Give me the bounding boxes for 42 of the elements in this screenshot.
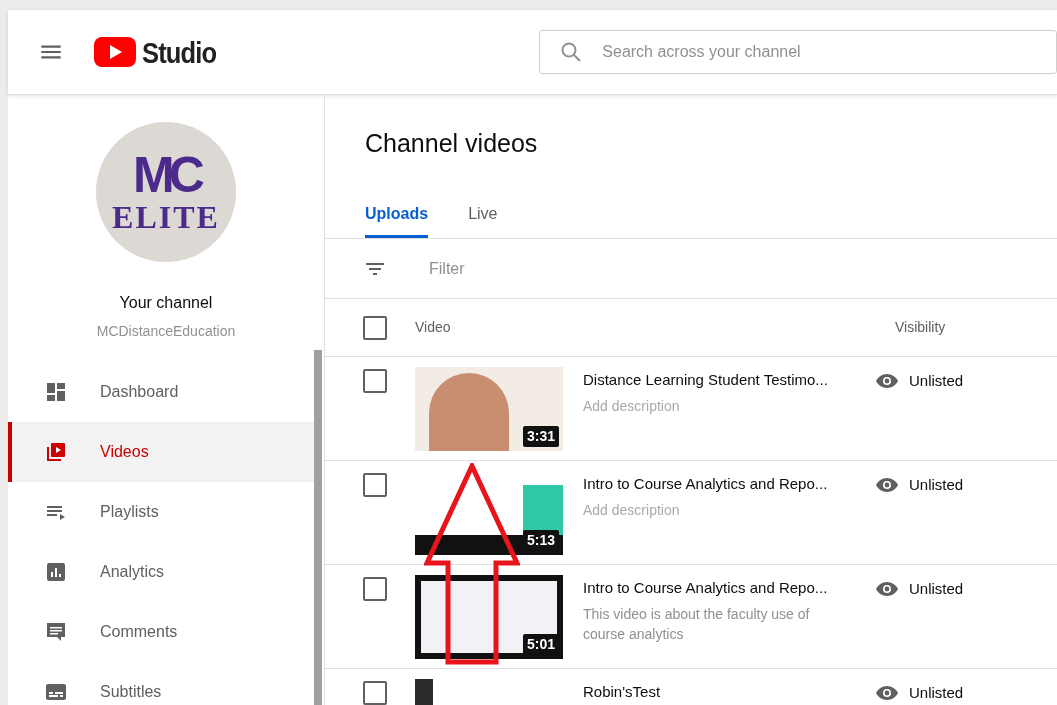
- page-title: Channel videos: [364, 128, 539, 158]
- column-header: Video: [415, 318, 452, 337]
- nav-item[interactable]: Videos: [8, 422, 314, 482]
- tab[interactable]: Live: [468, 186, 498, 238]
- checkbox[interactable]: [363, 315, 387, 340]
- column-header: Visibility: [895, 318, 946, 337]
- video-description: This video is about the faculty use of course analytics: [583, 604, 811, 644]
- brand-name: Studio: [142, 34, 217, 71]
- video-title[interactable]: Robin'sTest: [583, 681, 875, 704]
- tab[interactable]: Uploads: [365, 186, 429, 238]
- logo-text: ELITE: [112, 200, 220, 234]
- play-logo-icon: [94, 37, 136, 67]
- duration-badge: 5:01: [522, 634, 559, 655]
- video-title[interactable]: Distance Learning Student Testimo...: [583, 369, 875, 392]
- visibility-label: Unlisted: [909, 370, 964, 391]
- checkbox[interactable]: [363, 681, 387, 705]
- bar-chart-icon: [44, 560, 68, 584]
- nav-item[interactable]: Comments: [8, 602, 314, 662]
- dashboard-icon: [44, 380, 68, 404]
- channel-heading: Your channel: [119, 293, 213, 313]
- logo-text: MC: [133, 150, 199, 200]
- nav-item[interactable]: Subtitles: [8, 662, 314, 705]
- video-thumbnail[interactable]: [415, 575, 563, 659]
- nav-item[interactable]: Analytics: [8, 542, 314, 602]
- visibility-label: Unlisted: [909, 682, 964, 703]
- channel-avatar[interactable]: MC ELITE: [96, 122, 236, 262]
- channel-name: MCDistanceEducation: [96, 322, 236, 341]
- search-field[interactable]: Search across your channel: [539, 30, 1057, 74]
- checkbox[interactable]: [363, 473, 387, 497]
- visibility-label: Unlisted: [909, 578, 964, 599]
- checkbox[interactable]: [363, 369, 387, 393]
- visibility-label: Unlisted: [909, 474, 964, 495]
- scrollbar[interactable]: [314, 350, 322, 705]
- video-title[interactable]: Intro to Course Analytics and Repo...: [583, 577, 875, 600]
- filter-field[interactable]: Filter: [325, 239, 1057, 298]
- nav-item[interactable]: Playlists: [8, 482, 314, 542]
- video-thumbnail[interactable]: [415, 367, 563, 451]
- video-title[interactable]: Intro to Course Analytics and Repo...: [583, 473, 875, 496]
- checkbox[interactable]: [363, 577, 387, 601]
- duration-badge: 3:31: [522, 426, 559, 447]
- video-stack-icon: [44, 440, 68, 464]
- nav-item[interactable]: Dashboard: [8, 362, 314, 422]
